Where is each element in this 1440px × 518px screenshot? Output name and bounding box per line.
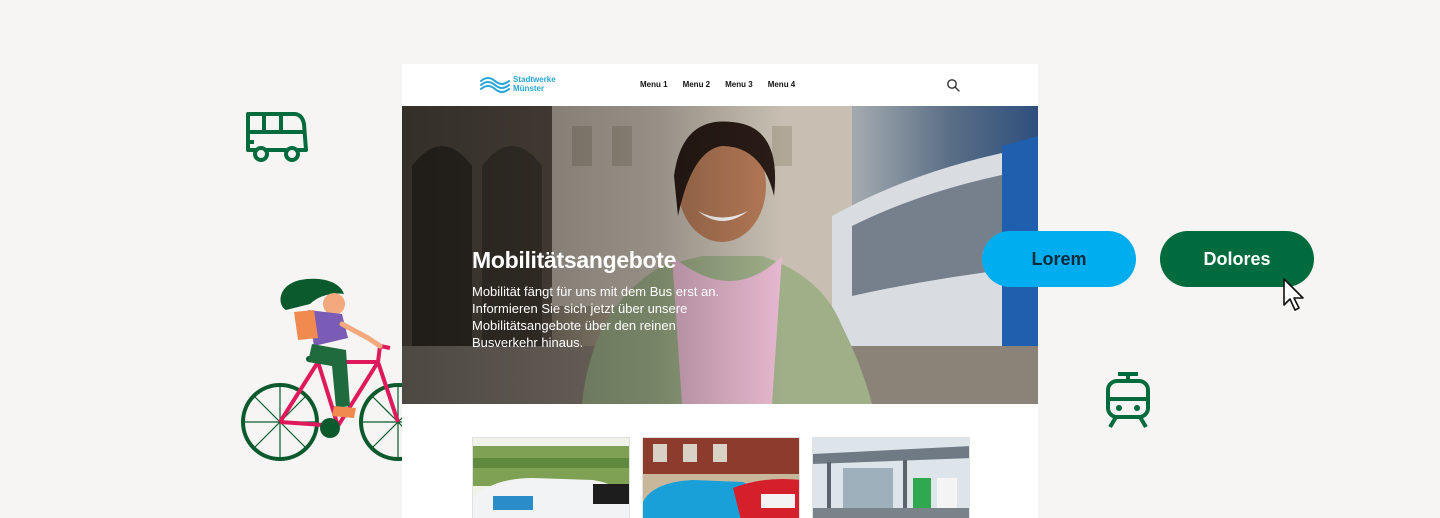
hero-banner: Mobilitätsangebote Mobilität fängt für u… — [402, 106, 1038, 404]
menu-item-3[interactable]: Menu 3 — [725, 80, 753, 89]
search-icon[interactable] — [946, 78, 960, 92]
lorem-button[interactable]: Lorem — [982, 231, 1136, 287]
wave-logo-icon — [480, 77, 510, 93]
tram-icon — [1106, 372, 1150, 429]
loop-car-image — [473, 438, 629, 518]
site-header: Stadtwerke Münster Menu 1 Menu 2 Menu 3 … — [402, 64, 1038, 106]
hero-title: Mobilitätsangebote — [472, 247, 677, 273]
menu-item-1[interactable]: Menu 1 — [640, 80, 668, 89]
menu-item-2[interactable]: Menu 2 — [683, 80, 711, 89]
teaser-cards — [472, 437, 970, 518]
site-logo[interactable]: Stadtwerke Münster — [480, 75, 556, 93]
bus-icon — [246, 112, 308, 162]
teaser-card-station[interactable] — [812, 437, 970, 518]
website-mockup: Stadtwerke Münster Menu 1 Menu 2 Menu 3 … — [402, 64, 1038, 518]
teaser-card-carsharing[interactable] — [642, 437, 800, 518]
main-menu: Menu 1 Menu 2 Menu 3 Menu 4 — [640, 80, 795, 89]
logo-line-1: Stadtwerke — [513, 75, 556, 84]
logo-line-2: Münster — [513, 84, 545, 93]
logo-text: Stadtwerke Münster — [513, 75, 556, 93]
bike-station-image — [813, 438, 969, 518]
hero-description: Mobilität fängt für uns mit dem Bus erst… — [472, 284, 720, 350]
menu-item-4[interactable]: Menu 4 — [768, 80, 796, 89]
cursor-arrow-icon — [1283, 278, 1304, 311]
carsharing-image — [643, 438, 799, 518]
teaser-card-loop[interactable] — [472, 437, 630, 518]
